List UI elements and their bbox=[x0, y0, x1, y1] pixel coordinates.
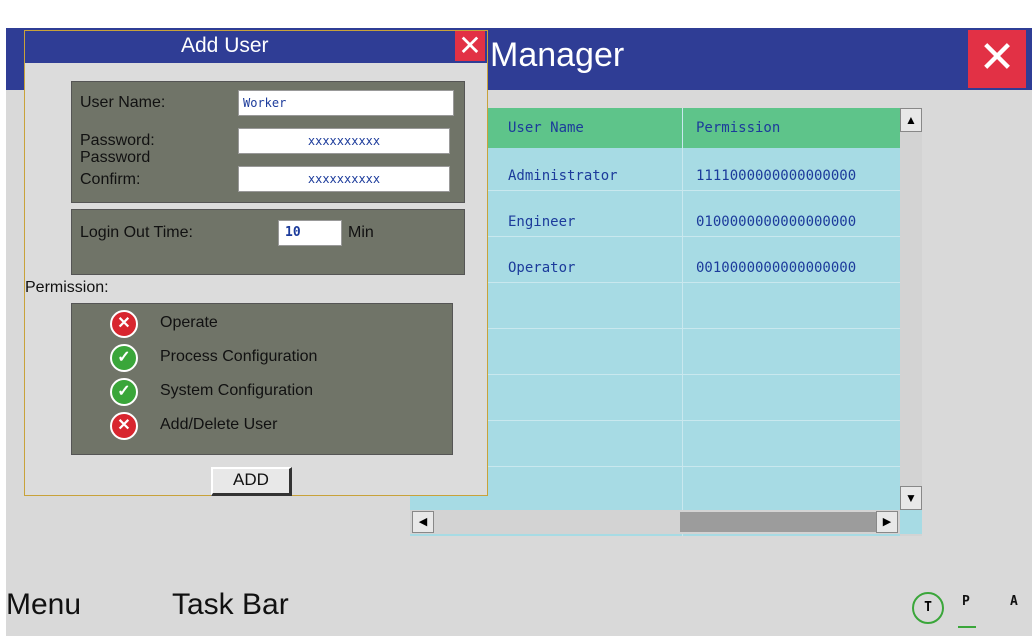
disabled-x-icon[interactable]: ✕ bbox=[110, 412, 138, 440]
row-divider bbox=[480, 420, 904, 421]
horizontal-scrollbar[interactable]: ◀ ▶ bbox=[410, 510, 900, 534]
mode-a-button[interactable]: A bbox=[1010, 594, 1018, 609]
permission-label: Permission: bbox=[25, 279, 109, 296]
permission-system-configuration: System Configuration bbox=[160, 382, 313, 399]
enabled-check-icon[interactable]: ✓ bbox=[110, 378, 138, 406]
logout-unit-label: Min bbox=[348, 224, 374, 241]
manager-title: Manager bbox=[490, 36, 625, 74]
table-cell-name[interactable]: Operator bbox=[508, 260, 575, 276]
scroll-up-arrow-icon[interactable]: ▲ bbox=[900, 108, 922, 132]
column-header-permission[interactable]: Permission bbox=[696, 120, 780, 136]
manager-close-button[interactable]: ✕ bbox=[968, 30, 1026, 88]
permission-panel: ✕ Operate ✓ Process Configuration ✓ Syst… bbox=[71, 303, 453, 455]
mode-p-button[interactable]: P bbox=[962, 594, 970, 609]
table-cell-name[interactable]: Administrator bbox=[508, 168, 618, 184]
permission-operate: Operate bbox=[160, 314, 218, 331]
dialog-title: Add User bbox=[181, 34, 269, 57]
password-confirm-field[interactable]: xxxxxxxxxx bbox=[238, 166, 450, 192]
row-divider bbox=[480, 466, 904, 467]
row-divider bbox=[480, 236, 904, 237]
user-name-field[interactable]: Worker bbox=[238, 90, 454, 116]
horizontal-scroll-thumb[interactable] bbox=[680, 512, 876, 532]
scroll-left-arrow-icon[interactable]: ◀ bbox=[412, 511, 434, 533]
scroll-down-arrow-icon[interactable]: ▼ bbox=[900, 486, 922, 510]
scroll-corner bbox=[900, 510, 922, 534]
logout-time-label: Login Out Time: bbox=[80, 224, 193, 241]
column-divider bbox=[682, 108, 683, 536]
password-confirm-label-line1: Password bbox=[80, 149, 151, 166]
permission-add-delete-user: Add/Delete User bbox=[160, 416, 278, 433]
task-bar-button[interactable]: Task Bar bbox=[172, 588, 289, 622]
credentials-panel: User Name: Worker Password: xxxxxxxxxx P… bbox=[71, 81, 465, 203]
screen: Manager ✕ User Name Permission Administr… bbox=[6, 28, 1032, 636]
row-divider bbox=[480, 374, 904, 375]
mode-p-indicator bbox=[958, 626, 976, 628]
add-user-dialog: Add User ✕ User Name: Worker Password: x… bbox=[24, 30, 488, 496]
table-cell-permission[interactable]: 0100000000000000000 bbox=[696, 214, 904, 230]
mode-t-button[interactable]: T bbox=[912, 592, 944, 624]
dialog-close-button[interactable]: ✕ bbox=[455, 31, 485, 61]
column-header-user-name[interactable]: User Name bbox=[508, 120, 584, 136]
logout-time-input[interactable]: 10 bbox=[278, 220, 342, 246]
row-divider bbox=[480, 282, 904, 283]
scroll-right-arrow-icon[interactable]: ▶ bbox=[876, 511, 898, 533]
password-field[interactable]: xxxxxxxxxx bbox=[238, 128, 450, 154]
disabled-x-icon[interactable]: ✕ bbox=[110, 310, 138, 338]
table-cell-permission[interactable]: 1111000000000000000 bbox=[696, 168, 904, 184]
row-divider bbox=[480, 328, 904, 329]
enabled-check-icon[interactable]: ✓ bbox=[110, 344, 138, 372]
table-cell-name[interactable]: Engineer bbox=[508, 214, 575, 230]
password-confirm-label-line2: Confirm: bbox=[80, 171, 141, 188]
vertical-scrollbar[interactable]: ▲ ▼ bbox=[900, 108, 922, 536]
password-label: Password: bbox=[80, 132, 155, 149]
dialog-title-bar: Add User ✕ bbox=[25, 31, 487, 63]
row-divider bbox=[480, 190, 904, 191]
table-cell-permission[interactable]: 0010000000000000000 bbox=[696, 260, 904, 276]
user-name-label: User Name: bbox=[80, 94, 166, 111]
menu-button[interactable]: Menu bbox=[6, 588, 81, 622]
logout-panel: Login Out Time: 10 Min bbox=[71, 209, 465, 275]
permission-process-configuration: Process Configuration bbox=[160, 348, 318, 365]
add-button[interactable]: ADD bbox=[211, 467, 292, 496]
